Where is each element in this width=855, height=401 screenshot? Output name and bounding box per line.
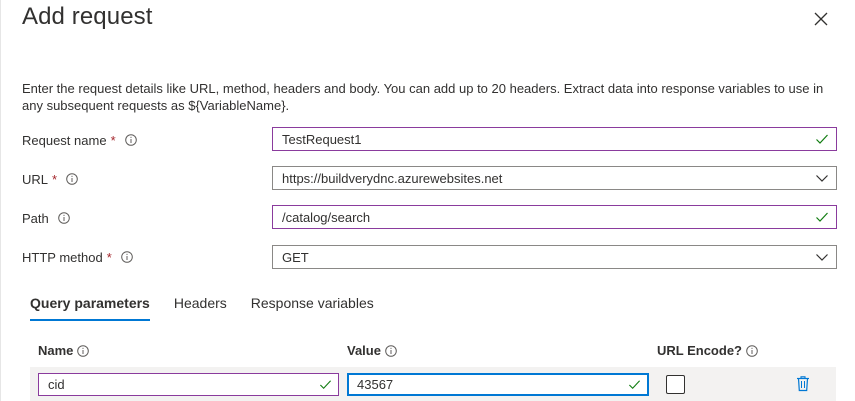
checkmark-icon: [319, 380, 332, 390]
column-header-name: Name: [38, 343, 90, 358]
param-value-input[interactable]: 43567: [347, 373, 649, 396]
info-icon[interactable]: [57, 212, 70, 224]
add-request-panel: Add request Enter the request details li…: [0, 0, 855, 401]
delete-row-button[interactable]: [795, 375, 811, 392]
info-icon[interactable]: [124, 134, 137, 146]
info-icon[interactable]: [66, 173, 78, 185]
checkmark-icon: [816, 134, 828, 144]
info-icon[interactable]: [385, 344, 397, 357]
close-button[interactable]: [810, 8, 832, 30]
info-icon[interactable]: [120, 251, 133, 263]
column-header-value: Value: [347, 343, 397, 358]
required-marker: *: [110, 132, 116, 148]
request-name-label: Request name *: [22, 130, 137, 150]
trash-icon: [797, 376, 809, 392]
panel-title: Add request: [22, 3, 153, 30]
http-method-dropdown[interactable]: GET: [272, 245, 837, 269]
url-dropdown[interactable]: https://buildverydnc.azurewebsites.net: [272, 166, 837, 190]
request-tabs: Query parameters Headers Response variab…: [30, 295, 398, 321]
url-encode-checkbox[interactable]: [666, 375, 685, 394]
url-label: URL *: [22, 169, 78, 189]
checkmark-icon: [816, 212, 828, 222]
request-name-input[interactable]: TestRequest1: [272, 127, 837, 151]
info-icon[interactable]: [77, 344, 90, 357]
tab-response-variables[interactable]: Response variables: [251, 295, 374, 321]
required-marker: *: [52, 171, 58, 187]
path-input[interactable]: /catalog/search: [272, 205, 837, 229]
column-header-url-encode: URL Encode?: [657, 343, 758, 358]
tab-query-parameters[interactable]: Query parameters: [30, 295, 150, 321]
tab-headers[interactable]: Headers: [174, 295, 227, 321]
chevron-down-icon: [816, 254, 828, 261]
close-icon: [814, 12, 828, 26]
panel-description: Enter the request details like URL, meth…: [22, 81, 824, 113]
param-name-input[interactable]: cid: [38, 373, 339, 396]
info-icon[interactable]: [746, 344, 758, 357]
path-label: Path: [22, 208, 70, 228]
http-method-label: HTTP method *: [22, 247, 133, 267]
checkmark-icon: [628, 380, 641, 390]
required-marker: *: [106, 249, 112, 265]
chevron-down-icon: [816, 175, 828, 182]
